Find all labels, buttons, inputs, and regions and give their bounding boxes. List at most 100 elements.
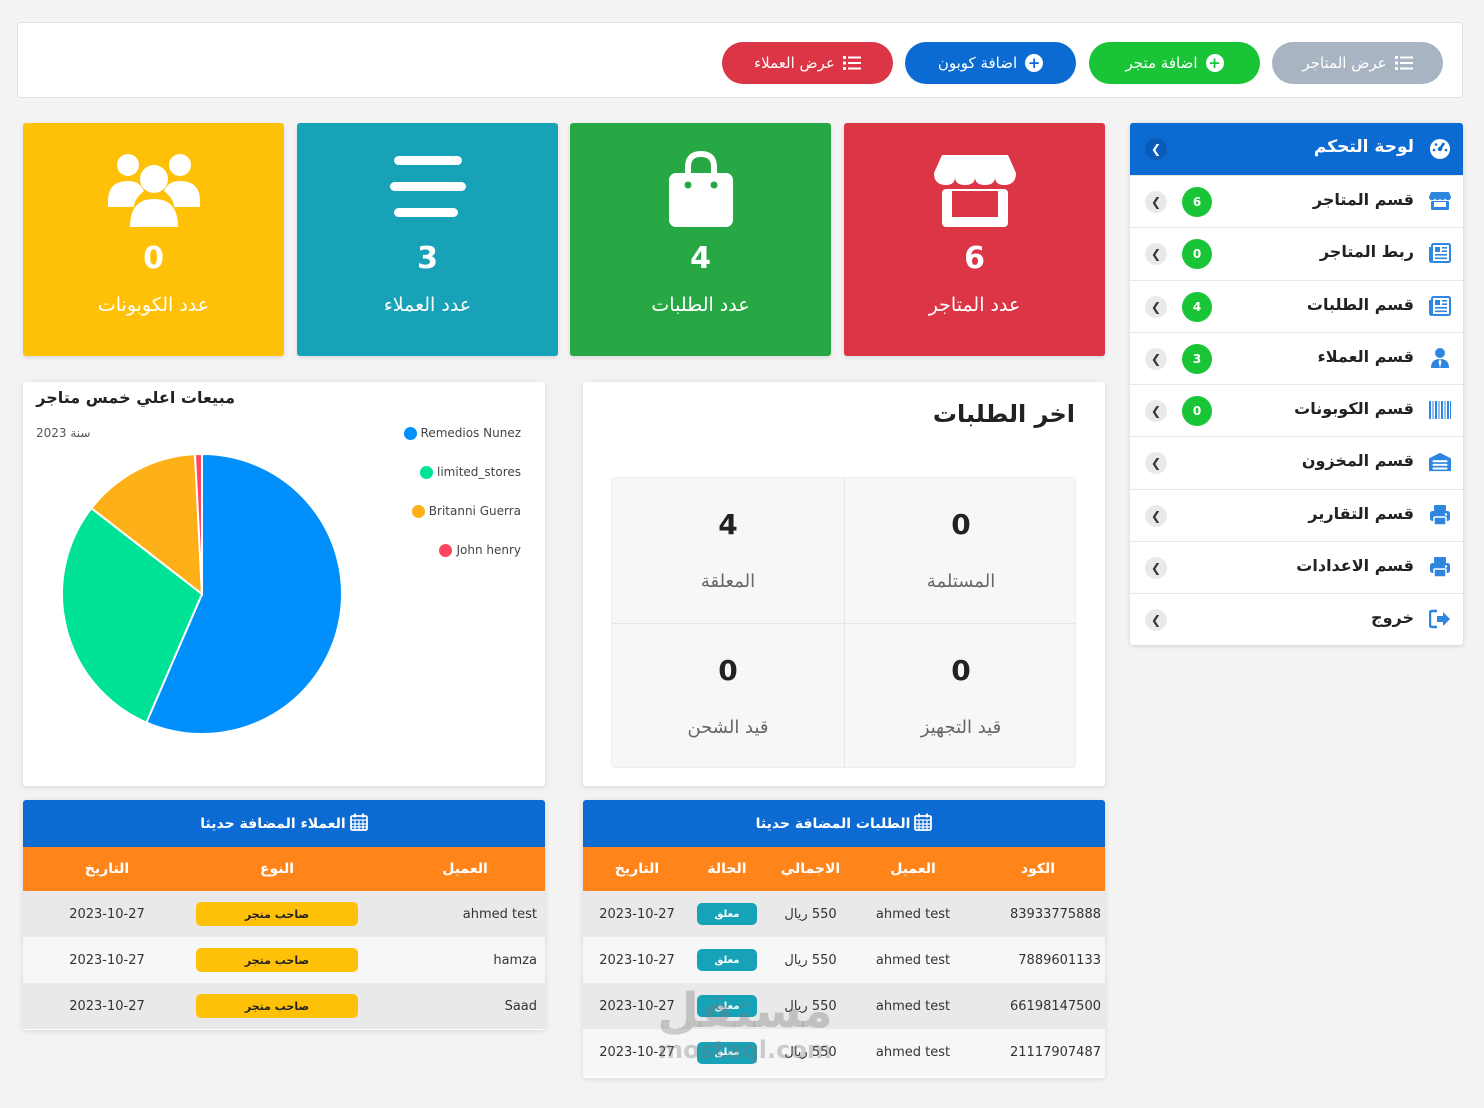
- view-stores-label: عرض المتاجر: [1302, 54, 1387, 72]
- customer-date: 2023-10-27: [69, 952, 145, 968]
- recent-customers-table: العملاء المضافة حديثا العميل النوع التار…: [23, 800, 545, 1030]
- view-customers-label: عرض العملاء: [754, 54, 835, 72]
- order-total: 550 ريال: [784, 906, 837, 922]
- top-action-bar: عرض المتاجر + اضافة متجر + اضافة كوبون ع…: [17, 22, 1463, 98]
- count-badge: 0: [1182, 239, 1212, 270]
- sidebar-item-label: قسم الاعدادات: [1296, 556, 1414, 576]
- pie-chart: [61, 452, 343, 735]
- legend-marker: [439, 543, 453, 557]
- stat-card-orders[interactable]: 4 عدد الطلبات: [570, 123, 831, 356]
- chevron-left-icon[interactable]: ❮: [1145, 347, 1167, 370]
- sidebar-item-label: خروج: [1371, 608, 1414, 628]
- table-header: العملاء المضافة حديثا: [23, 800, 545, 847]
- stat-label: عدد الطلبات: [651, 294, 750, 316]
- sidebar-item-label: قسم الطلبات: [1306, 294, 1414, 314]
- sidebar-item-logout[interactable]: خروج ❮: [1130, 593, 1463, 645]
- column-customer: العميل: [890, 861, 936, 877]
- legend-item[interactable]: Remedios Nunez: [403, 426, 521, 440]
- order-code: 21117907487: [1010, 1045, 1101, 1060]
- stat-value: 3: [417, 241, 438, 276]
- order-date: 2023-10-27: [599, 952, 675, 968]
- plus-circle-icon: +: [1205, 54, 1224, 72]
- legend-label: limited_stores: [437, 465, 521, 479]
- add-coupon-label: اضافة كوبون: [937, 54, 1018, 72]
- order-customer: ahmed test: [875, 906, 951, 922]
- table-row[interactable]: 7889601133 ahmed test 550 ريال معلق 2023…: [583, 937, 1105, 983]
- latest-orders-title: اخر الطلبات: [932, 400, 1075, 428]
- count-badge: 3: [1182, 343, 1212, 374]
- status-badge: معلق: [697, 949, 757, 971]
- sign-out-icon: [1429, 608, 1451, 630]
- sidebar-item-stores[interactable]: قسم المتاجر 6 ❮: [1130, 175, 1463, 227]
- status-pending[interactable]: 4 المعلقة: [612, 478, 844, 623]
- table-row[interactable]: ahmed test صاحب متجر 2023-10-27: [23, 891, 545, 937]
- sidebar-item-reports[interactable]: قسم التقارير ❮: [1130, 488, 1463, 541]
- view-customers-button[interactable]: عرض العملاء: [722, 42, 893, 84]
- latest-orders-panel: اخر الطلبات 0 المستلمة 4 المعلقة 0 قيد ا…: [583, 382, 1105, 786]
- status-received[interactable]: 0 المستلمة: [845, 478, 1077, 623]
- add-coupon-button[interactable]: + اضافة كوبون: [905, 42, 1076, 84]
- table-row[interactable]: Saad صاحب متجر 2023-10-27: [23, 983, 545, 1029]
- sidebar: لوحة التحكم ❮ قسم المتاجر 6 ❮ ربط المتاج…: [1130, 123, 1463, 645]
- store-icon: [1429, 190, 1451, 212]
- store-icon: [844, 151, 1105, 231]
- chevron-left-icon[interactable]: ❮: [1145, 400, 1167, 423]
- sidebar-item-coupons[interactable]: قسم الكوبونات 0 ❮: [1130, 384, 1463, 436]
- sidebar-item-settings[interactable]: قسم الاعدادات ❮: [1130, 541, 1463, 593]
- legend-label: Remedios Nunez: [420, 426, 521, 440]
- sidebar-item-orders[interactable]: قسم الطلبات 4 ❮: [1130, 279, 1463, 332]
- table-row[interactable]: hamza صاحب متجر 2023-10-27: [23, 937, 545, 983]
- legend-item[interactable]: Britanni Guerra: [411, 504, 521, 518]
- stat-card-coupons[interactable]: 0 عدد الكوبونات: [23, 123, 284, 356]
- order-code: 83933775888: [1010, 906, 1101, 922]
- order-customer: ahmed test: [875, 952, 951, 968]
- view-stores-button[interactable]: عرض المتاجر: [1272, 42, 1443, 84]
- column-total: الاجمالي: [780, 861, 841, 877]
- status-shipping[interactable]: 0 قيد الشحن: [612, 624, 844, 769]
- add-store-button[interactable]: + اضافة متجر: [1089, 42, 1260, 84]
- table-row[interactable]: 83933775888 ahmed test 550 ريال معلق 202…: [583, 891, 1105, 937]
- type-badge: صاحب متجر: [196, 948, 358, 972]
- watermark: مستقل mostaql.com: [650, 985, 840, 1063]
- sidebar-item-inventory[interactable]: قسم المخزون ❮: [1130, 436, 1463, 488]
- sidebar-item-customers[interactable]: قسم العملاء 3 ❮: [1130, 331, 1463, 384]
- chevron-left-icon[interactable]: ❮: [1145, 295, 1167, 318]
- stat-card-customers[interactable]: 3 عدد العملاء: [297, 123, 558, 356]
- sidebar-item-link-stores[interactable]: ربط المتاجر 0 ❮: [1130, 227, 1463, 279]
- printer-icon: [1429, 504, 1451, 526]
- table-title: العملاء المضافة حديثا: [200, 815, 346, 832]
- chevron-left-icon[interactable]: ❮: [1145, 609, 1167, 632]
- type-badge: صاحب متجر: [196, 994, 358, 1018]
- status-value: 4: [718, 508, 738, 541]
- chevron-left-icon[interactable]: ❮: [1145, 504, 1167, 527]
- customer-date: 2023-10-27: [69, 998, 145, 1014]
- chevron-left-icon[interactable]: ❮: [1145, 138, 1167, 160]
- chevron-left-icon[interactable]: ❮: [1145, 452, 1167, 475]
- sidebar-item-label: قسم المخزون: [1301, 451, 1414, 471]
- legend-item[interactable]: John henry: [439, 543, 521, 557]
- customer-name: ahmed test: [462, 906, 537, 922]
- sidebar-item-label: قسم التقارير: [1308, 503, 1414, 523]
- chevron-left-icon[interactable]: ❮: [1145, 557, 1167, 580]
- legend-marker: [403, 426, 417, 440]
- sidebar-item-label: قسم الكوبونات: [1294, 399, 1414, 419]
- status-preparing[interactable]: 0 قيد التجهيز: [845, 624, 1077, 769]
- status-value: 0: [951, 654, 971, 687]
- legend-item[interactable]: limited_stores: [420, 465, 521, 479]
- column-date: التاريخ: [84, 861, 130, 877]
- column-customer: العميل: [442, 861, 488, 877]
- dashboard-icon: [1429, 138, 1451, 160]
- sidebar-header[interactable]: لوحة التحكم ❮: [1130, 123, 1463, 175]
- legend-label: Britanni Guerra: [428, 504, 521, 518]
- stat-label: عدد العملاء: [383, 294, 472, 316]
- sidebar-item-label: قسم العملاء: [1317, 346, 1414, 366]
- status-label: قيد الشحن: [687, 717, 769, 738]
- stat-card-stores[interactable]: 6 عدد المتاجر: [844, 123, 1105, 356]
- table-header: الطلبات المضافة حديثا: [583, 800, 1105, 847]
- newspaper-icon: [1429, 295, 1451, 317]
- table-column-headers: الكود العميل الاجمالي الحالة التاريخ: [583, 847, 1105, 891]
- chevron-left-icon[interactable]: ❮: [1145, 191, 1167, 213]
- sidebar-item-label: قسم المتاجر: [1312, 190, 1414, 209]
- calendar-icon: [349, 813, 368, 835]
- chevron-left-icon[interactable]: ❮: [1145, 243, 1167, 266]
